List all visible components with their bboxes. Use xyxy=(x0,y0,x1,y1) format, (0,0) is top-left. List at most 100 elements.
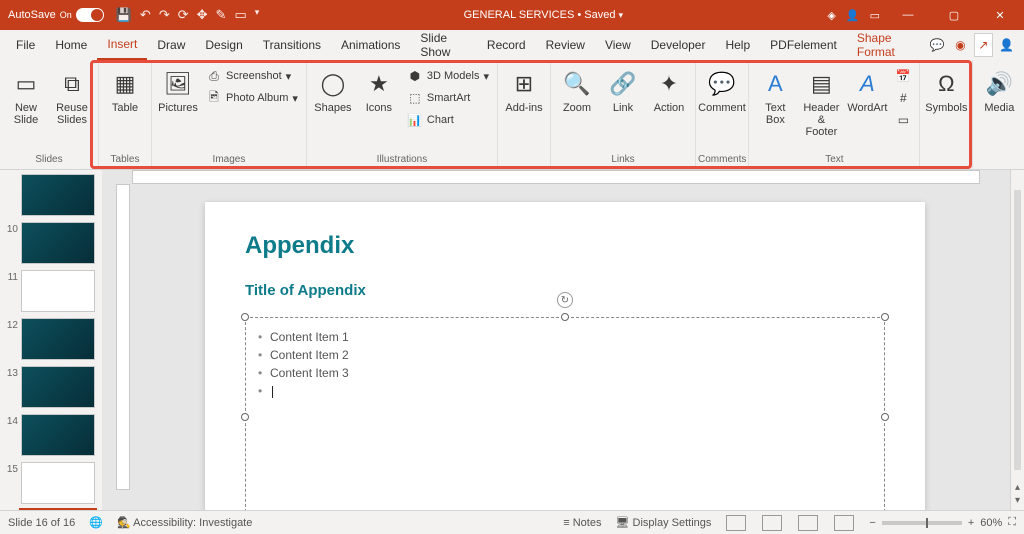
zoom-out-button[interactable]: − xyxy=(869,517,875,529)
reuse-slides-button[interactable]: ⧉Reuse Slides xyxy=(50,66,94,130)
header-footer-button[interactable]: ▤Header & Footer xyxy=(799,66,843,142)
pictures-button[interactable]: 🖼Pictures xyxy=(156,66,200,118)
resize-handle[interactable] xyxy=(241,313,249,321)
thumbnail[interactable] xyxy=(21,318,95,360)
action-button[interactable]: ✦Action xyxy=(647,66,691,118)
smartart-button[interactable]: ⬚SmartArt xyxy=(403,88,493,108)
reading-view-button[interactable] xyxy=(798,515,818,531)
diamond-icon[interactable]: ◈ xyxy=(827,9,835,22)
slide-heading[interactable]: Appendix xyxy=(245,232,885,260)
display-settings-button[interactable]: 🖥 Display Settings xyxy=(615,516,711,529)
textbox-button[interactable]: AText Box xyxy=(753,66,797,130)
tab-record[interactable]: Record xyxy=(477,30,536,60)
zoom-in-button[interactable]: + xyxy=(968,517,974,529)
date-button[interactable]: 📅 xyxy=(891,66,915,86)
comments-pane-icon[interactable]: 💬 xyxy=(928,33,947,57)
tab-pdfelement[interactable]: PDFelement xyxy=(760,30,847,60)
chart-button[interactable]: 📊Chart xyxy=(403,110,493,130)
notes-button[interactable]: ≡ Notes xyxy=(563,517,601,529)
redo-icon[interactable]: ↷ xyxy=(159,7,170,23)
scroll-up-icon[interactable]: ▴ xyxy=(1015,482,1020,493)
media-button[interactable]: 🔊Media xyxy=(977,66,1021,118)
zoom-control[interactable]: − + 60% ⛶ xyxy=(869,516,1016,529)
undo-icon[interactable]: ↶ xyxy=(140,7,151,23)
resize-handle[interactable] xyxy=(241,413,249,421)
record-circle-icon[interactable]: ◉ xyxy=(951,33,970,57)
thumbnail[interactable] xyxy=(21,366,95,408)
accessibility-status[interactable]: 🕵 Accessibility: Investigate xyxy=(117,516,252,529)
document-title[interactable]: GENERAL SERVICES • Saved ▾ xyxy=(259,9,827,21)
account-icon[interactable]: 👤 xyxy=(997,33,1016,57)
touch-icon[interactable]: ✥ xyxy=(197,7,208,23)
tab-slideshow[interactable]: Slide Show xyxy=(410,30,477,60)
resize-handle[interactable] xyxy=(881,413,889,421)
user-icon[interactable]: 👤 xyxy=(846,9,860,22)
new-slide-button[interactable]: ▭New Slide xyxy=(4,66,48,130)
toggle-switch[interactable] xyxy=(76,8,104,22)
comment-button[interactable]: 💬Comment xyxy=(700,66,744,118)
table-button[interactable]: ▦Table xyxy=(103,66,147,118)
thumbnail[interactable] xyxy=(21,462,95,504)
scroll-thumb[interactable] xyxy=(1014,190,1021,470)
thumbnail[interactable] xyxy=(21,174,95,216)
photo-album-button[interactable]: 🖻Photo Album ▾ xyxy=(202,88,302,108)
zoom-level[interactable]: 60% xyxy=(980,517,1002,529)
content-textbox[interactable]: Content Item 1 Content Item 2 Content It… xyxy=(245,317,885,510)
refresh-icon[interactable]: ⟳ xyxy=(178,7,189,23)
language-icon[interactable]: 🌐 xyxy=(89,516,103,529)
share-button[interactable]: ↗ xyxy=(974,33,993,57)
thumb-row[interactable]: 12 xyxy=(2,318,100,360)
tab-design[interactable]: Design xyxy=(195,30,252,60)
brush-icon[interactable]: ✎ xyxy=(216,7,227,23)
close-button[interactable]: ✕ xyxy=(982,0,1018,30)
fit zoom-� fit-icon[interactable]: ⛶ xyxy=(1008,516,1016,529)
thumb-row[interactable]: 14 xyxy=(2,414,100,456)
tab-draw[interactable]: Draw xyxy=(147,30,195,60)
resize-handle[interactable] xyxy=(561,313,569,321)
thumbnail[interactable] xyxy=(21,414,95,456)
screenshot-button[interactable]: ⎙Screenshot ▾ xyxy=(202,66,302,86)
vertical-scrollbar[interactable]: ▴▾ xyxy=(1010,170,1024,510)
save-icon[interactable]: 💾 xyxy=(116,7,132,23)
scroll-down-icon[interactable]: ▾ xyxy=(1015,495,1020,506)
canvas[interactable]: Appendix Title of Appendix Content Item … xyxy=(102,170,1010,510)
tab-help[interactable]: Help xyxy=(715,30,760,60)
link-button[interactable]: 🔗Link xyxy=(601,66,645,118)
icons-button[interactable]: ★Icons xyxy=(357,66,401,118)
zoom-button[interactable]: 🔍Zoom xyxy=(555,66,599,118)
tab-insert[interactable]: Insert xyxy=(97,30,147,60)
tab-file[interactable]: File xyxy=(6,30,45,60)
thumb-row[interactable]: 10 xyxy=(2,222,100,264)
tab-view[interactable]: View xyxy=(595,30,641,60)
ribbon-options-icon[interactable]: ▭ xyxy=(870,9,880,22)
tab-shape-format[interactable]: Shape Format xyxy=(847,30,926,60)
thumb-row[interactable] xyxy=(2,174,100,216)
object-button[interactable]: ▭ xyxy=(891,110,915,130)
resize-handle[interactable] xyxy=(881,313,889,321)
maximize-button[interactable]: ▢ xyxy=(936,0,972,30)
addins-button[interactable]: ⊞Add-ins xyxy=(502,66,546,118)
bullet-item[interactable]: Content Item 1 xyxy=(254,328,876,346)
symbols-button[interactable]: ΩSymbols xyxy=(924,66,968,118)
tab-transitions[interactable]: Transitions xyxy=(253,30,331,60)
thumb-row[interactable]: 11 xyxy=(2,270,100,312)
present-icon[interactable]: ▭ xyxy=(234,7,246,23)
sorter-view-button[interactable] xyxy=(762,515,782,531)
tab-home[interactable]: Home xyxy=(45,30,97,60)
normal-view-button[interactable] xyxy=(726,515,746,531)
bullet-item-cursor[interactable] xyxy=(254,382,876,400)
tab-review[interactable]: Review xyxy=(536,30,595,60)
thumbnail[interactable] xyxy=(21,270,95,312)
slideshow-view-button[interactable] xyxy=(834,515,854,531)
rotate-handle[interactable] xyxy=(557,292,573,308)
thumb-row[interactable]: 13 xyxy=(2,366,100,408)
zoom-slider[interactable] xyxy=(882,521,962,525)
thumbnail[interactable] xyxy=(21,222,95,264)
autosave-toggle[interactable]: AutoSave On xyxy=(8,8,104,22)
qat-dropdown-icon[interactable]: ▾ xyxy=(255,7,260,23)
shapes-button[interactable]: ◯Shapes xyxy=(311,66,355,118)
slide-count[interactable]: Slide 16 of 16 xyxy=(8,517,75,529)
minimize-button[interactable]: ― xyxy=(890,0,926,30)
tab-animations[interactable]: Animations xyxy=(331,30,410,60)
wordart-button[interactable]: AWordArt xyxy=(845,66,889,118)
